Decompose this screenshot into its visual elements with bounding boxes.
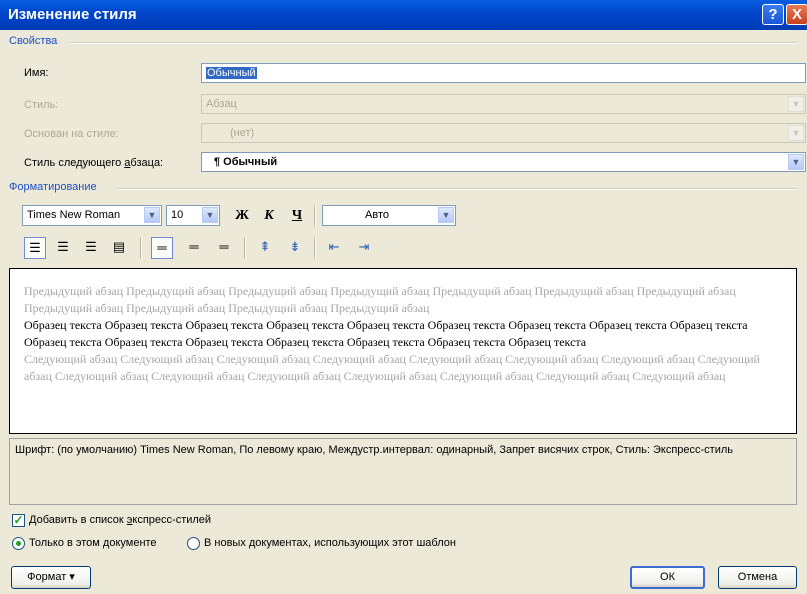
font-size-select[interactable]: 10 ▼ [166,205,220,226]
font-select[interactable]: Times New Roman ▼ [22,205,162,226]
chevron-down-icon: ▼ [144,207,160,223]
spacing-up-icon: ⇞ [259,239,271,254]
underline-button[interactable]: Ч [285,205,309,227]
dialog-title: Изменение стиля [8,6,137,23]
style-type-label: Стиль: [24,99,59,111]
spacing-down-icon: ⇟ [289,239,301,254]
cancel-button[interactable]: Отмена [718,566,797,589]
align-center-button[interactable]: ☰ [52,237,74,259]
align-left-button[interactable]: ☰ [24,237,46,259]
name-input-value: Обычный [206,67,257,79]
toolbar-separator [244,237,246,259]
name-input[interactable]: Обычный [201,63,806,83]
next-style-label: Стиль следующего абзаца: [24,157,164,169]
only-this-document-label: Только в этом документе [29,537,157,549]
next-style-select[interactable]: ¶ Обычный ▼ [201,152,806,172]
properties-section-title: Свойства [9,35,58,47]
add-to-quick-styles-checkbox[interactable]: ✓ [12,514,25,527]
align-justify-icon: ▤ [112,239,126,254]
chevron-down-icon: ▼ [788,154,804,170]
next-style-value: ¶ Обычный [214,156,278,168]
preview-previous-paragraph: Предыдущий абзац Предыдущий абзац Предыд… [24,284,736,315]
decrease-indent-button[interactable]: ⇤ [323,237,345,259]
modify-style-dialog: Изменение стиля ? X Свойства Имя: Обычны… [0,0,807,594]
align-left-icon: ☰ [29,240,41,255]
name-label: Имя: [24,67,49,79]
only-this-document-radio[interactable] [12,537,25,550]
title-bar[interactable]: Изменение стиля ? X [0,0,807,30]
italic-button[interactable]: К [257,205,281,227]
font-size-value: 10 [171,209,184,221]
toolbar-separator [140,237,142,259]
chevron-down-icon: ▼ [788,96,804,112]
font-color-select[interactable]: Авто ▼ [322,205,456,226]
increase-indent-button[interactable]: ⇥ [353,237,375,259]
properties-divider [70,42,797,44]
based-on-value: (нет) [230,127,255,139]
style-type-value: Абзац [206,98,237,110]
toolbar-separator [314,237,316,259]
decrease-spacing-before-button[interactable]: ⇟ [284,237,306,259]
new-documents-label: В новых документах, использующих этот ша… [204,537,456,549]
single-spacing-icon: ═ [157,240,167,255]
ok-button[interactable]: ОК [630,566,705,589]
preview-sample-text: Образец текста Образец текста Образец те… [24,318,748,349]
align-center-icon: ☰ [57,239,69,254]
based-on-select[interactable]: (нет) ▼ [201,123,806,143]
preview-next-paragraph: Следующий абзац Следующий абзац Следующи… [24,352,760,383]
double-spacing-icon: ═ [219,239,229,254]
add-to-quick-styles-label: Добавить в список экспресс-стилей [29,514,212,526]
chevron-down-icon: ▼ [788,125,804,141]
increase-spacing-before-button[interactable]: ⇞ [254,237,276,259]
font-value: Times New Roman [27,209,121,221]
close-button[interactable]: X [786,4,807,25]
font-color-value: Авто [365,209,389,221]
style-type-select[interactable]: Абзац ▼ [201,94,806,114]
chevron-down-icon: ▼ [202,207,218,223]
style-preview: Предыдущий абзац Предыдущий абзац Предыд… [9,268,797,434]
one-half-spacing-icon: ═ [189,239,199,254]
single-spacing-button[interactable]: ═ [151,237,173,259]
format-menu-button[interactable]: Формат ▾ [11,566,91,589]
formatting-section-title: Форматирование [9,181,97,193]
help-button[interactable]: ? [762,4,784,25]
one-half-spacing-button[interactable]: ═ [183,237,205,259]
align-right-button[interactable]: ☰ [80,237,102,259]
chevron-down-icon: ▼ [438,207,454,223]
indent-icon: ⇥ [358,239,370,254]
based-on-label: Основан на стиле: [24,128,119,140]
style-description: Шрифт: (по умолчанию) Times New Roman, П… [9,438,797,505]
align-justify-button[interactable]: ▤ [108,237,130,259]
double-spacing-button[interactable]: ═ [213,237,235,259]
toolbar-separator [314,205,316,227]
outdent-icon: ⇤ [328,239,340,254]
bold-button[interactable]: Ж [230,205,254,227]
new-documents-radio[interactable] [187,537,200,550]
align-right-icon: ☰ [85,239,97,254]
formatting-divider [118,188,797,190]
